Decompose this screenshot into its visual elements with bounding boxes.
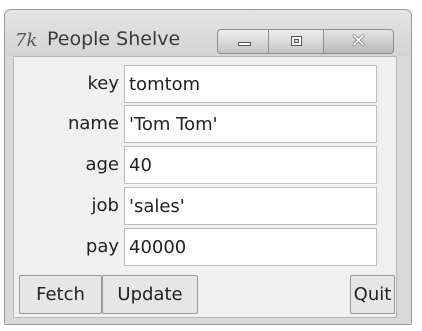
maximize-button[interactable]	[268, 29, 324, 54]
field-label-name: name	[67, 113, 119, 134]
age-input[interactable]	[124, 146, 377, 184]
title-bar[interactable]: 7k People Shelve ✕	[5, 10, 411, 56]
close-icon: ✕	[350, 30, 367, 52]
maximize-icon	[291, 36, 302, 46]
app-window: 7k People Shelve ✕ key name age job	[4, 9, 412, 325]
field-label-age: age	[85, 154, 119, 175]
field-row-key: key	[14, 65, 396, 105]
field-row-job: job	[14, 187, 396, 227]
minimize-button[interactable]	[217, 29, 269, 54]
pay-input[interactable]	[124, 228, 377, 266]
field-label-job: job	[91, 195, 119, 216]
field-row-pay: pay	[14, 228, 396, 268]
form-panel: key name age job pay Fetch Update Quit	[13, 56, 397, 318]
close-button[interactable]: ✕	[323, 29, 394, 54]
job-input[interactable]	[124, 187, 377, 225]
fetch-button[interactable]: Fetch	[19, 275, 102, 314]
field-label-key: key	[87, 73, 119, 94]
window-title: People Shelve	[47, 28, 181, 50]
field-label-pay: pay	[85, 236, 119, 257]
field-row-name: name	[14, 105, 396, 145]
update-button[interactable]: Update	[102, 275, 198, 314]
tk-feather-icon[interactable]: 7k	[15, 32, 37, 50]
name-input[interactable]	[124, 105, 377, 143]
field-row-age: age	[14, 146, 396, 186]
minimize-icon	[238, 42, 251, 46]
key-input[interactable]	[124, 65, 377, 103]
quit-button[interactable]: Quit	[350, 275, 395, 314]
